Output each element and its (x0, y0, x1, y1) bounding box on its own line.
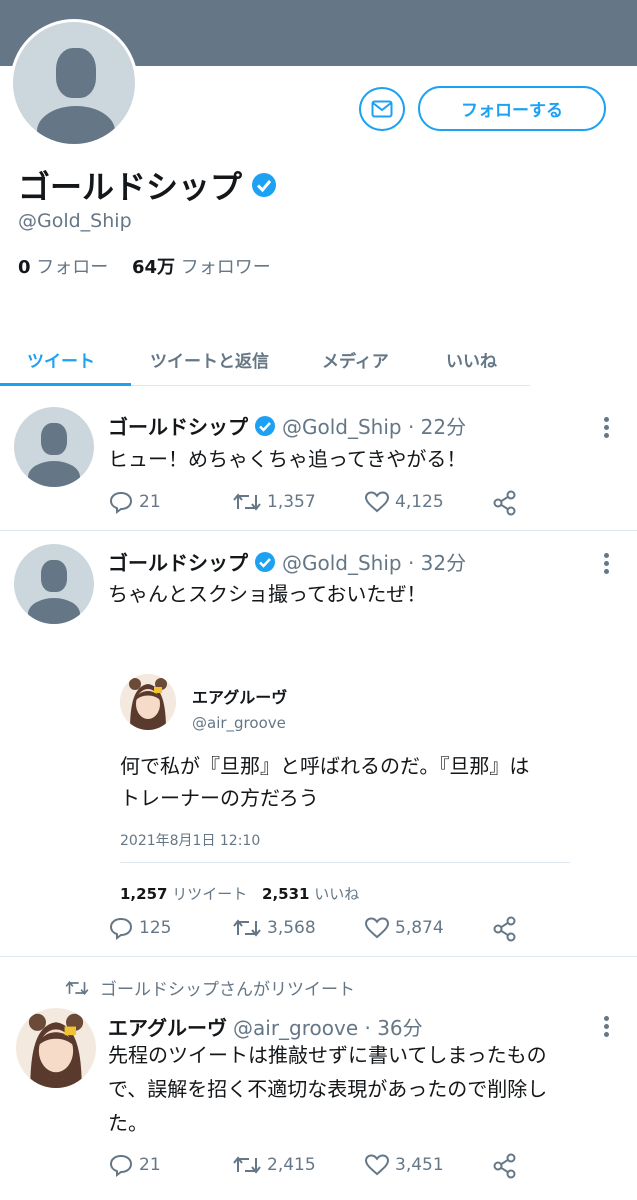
quoted-text-line: トレーナーの方だろう (120, 786, 319, 810)
profile-name: ゴールドシップ (18, 168, 243, 206)
like-button[interactable]: 5,874 (364, 916, 444, 940)
followers-link[interactable]: 64万 フォロワー (132, 257, 271, 278)
like-count: 3,451 (395, 1155, 444, 1175)
share-button[interactable] (492, 1153, 518, 1179)
retweet-icon (233, 493, 261, 511)
like-count: 5,874 (395, 918, 444, 938)
more-options-icon[interactable] (604, 1016, 610, 1040)
tab-tweets-and-replies[interactable]: ツイートと返信 (150, 347, 269, 372)
quoted-retweet-count: 1,257 (120, 885, 168, 903)
quoted-author-handle: @air_groove (192, 714, 286, 732)
verified-badge-icon (255, 551, 275, 572)
tweet-avatar[interactable] (16, 1008, 96, 1088)
quoted-stats: 1,257 リツイート 2,531 いいね (120, 883, 359, 904)
share-icon (493, 490, 516, 516)
tweet-author-name[interactable]: ゴールドシップ (108, 547, 248, 576)
like-count: 4,125 (395, 492, 444, 512)
retweet-count: 3,568 (267, 918, 316, 938)
tweet-author-name[interactable]: エアグルーヴ (108, 1012, 227, 1041)
share-button[interactable] (492, 916, 518, 942)
active-tab-indicator (0, 383, 131, 386)
quoted-like-count: 2,531 (262, 885, 310, 903)
profile-handle: @Gold_Ship (18, 210, 132, 232)
reply-count: 21 (139, 1155, 161, 1175)
tweet-meta: @Gold_Ship · 32分 (282, 551, 467, 575)
tweet-text: 先程のツイートは推敲せずに書いてしまったもの で、誤解を招く不適切な表現があった… (108, 1038, 547, 1140)
follow-button[interactable]: フォローする (418, 86, 606, 131)
retweet-icon (233, 1156, 261, 1174)
retweeted-by-label: ゴールドシップさんがリツイート (100, 980, 355, 1000)
tweet-divider (0, 956, 637, 957)
quoted-tweet-image[interactable]: エアグルーヴ @air_groove 何で私が『旦那』と呼ばれるのだ。『旦那』は… (108, 662, 574, 864)
reply-button[interactable]: 21 (108, 1153, 161, 1177)
share-icon (493, 1153, 516, 1179)
reply-icon (109, 1154, 133, 1177)
tweet-meta: @Gold_Ship · 22分 (282, 415, 467, 439)
following-count: 0 (18, 257, 31, 278)
quoted-text: 何で私が『旦那』と呼ばれるのだ。『旦那』は トレーナーの方だろう (120, 750, 529, 814)
retweet-context[interactable]: ゴールドシップさんがリツイート (64, 975, 355, 1000)
heart-icon (364, 491, 390, 513)
tweet-text: ちゃんとスクショ撮っておいたぜ！ (108, 582, 427, 606)
profile-avatar[interactable] (10, 19, 138, 147)
tweet-actions: 21 2,415 3,451 (108, 1153, 528, 1183)
message-button[interactable] (359, 87, 405, 131)
tab-tweets[interactable]: ツイート (27, 347, 95, 372)
tweet-actions: 21 1,357 4,125 (108, 490, 528, 520)
followers-count: 64万 (132, 257, 176, 278)
retweet-button[interactable]: 3,568 (232, 916, 316, 940)
retweet-icon (233, 919, 261, 937)
quoted-text-line: 何で私が『旦那』と呼ばれるのだ。『旦那』は (120, 754, 530, 778)
retweet-button[interactable]: 2,415 (232, 1153, 316, 1177)
quoted-avatar (120, 674, 176, 730)
tweet-avatar[interactable] (14, 407, 94, 487)
like-button[interactable]: 4,125 (364, 490, 444, 514)
tweet-author-name[interactable]: ゴールドシップ (108, 411, 248, 440)
more-options-icon[interactable] (604, 553, 610, 577)
profile-name-row: ゴールドシップ (18, 162, 278, 208)
tab-media[interactable]: メディア (322, 347, 389, 372)
quoted-author-name: エアグルーヴ (192, 688, 288, 707)
follow-counts: 0 フォロー 64万 フォロワー (18, 253, 271, 279)
quoted-timestamp: 2021年8月1日 12:10 (120, 833, 261, 849)
quoted-like-label: いいね (314, 885, 360, 903)
heart-icon (364, 917, 390, 939)
tweet-meta: @air_groove · 36分 (233, 1016, 423, 1040)
retweet-button[interactable]: 1,357 (232, 490, 316, 514)
share-button[interactable] (492, 490, 518, 516)
verified-badge-icon (252, 173, 277, 197)
retweet-count: 2,415 (267, 1155, 316, 1175)
retweet-icon (65, 980, 89, 995)
reply-count: 125 (139, 918, 172, 938)
reply-icon (109, 491, 133, 514)
heart-icon (364, 1154, 390, 1176)
character-avatar-icon (120, 674, 176, 730)
quoted-divider (120, 862, 570, 863)
character-avatar-icon (16, 1008, 96, 1088)
tweet-text-line: で、誤解を招く不適切な表現があったので削除し (108, 1077, 548, 1101)
reply-count: 21 (139, 492, 161, 512)
profile-tabs: ツイート ツイートと返信 メディア いいね (0, 338, 530, 386)
reply-button[interactable]: 125 (108, 916, 171, 940)
more-options-icon[interactable] (604, 417, 610, 441)
retweet-count: 1,357 (267, 492, 316, 512)
following-label: フォロー (36, 257, 109, 278)
tweet-text-line: た。 (108, 1111, 148, 1135)
like-button[interactable]: 3,451 (364, 1153, 444, 1177)
following-link[interactable]: 0 フォロー (18, 257, 108, 278)
share-icon (493, 916, 516, 942)
reply-button[interactable]: 21 (108, 490, 161, 514)
followers-label: フォロワー (180, 257, 271, 278)
quoted-retweet-label: リツイート (172, 885, 248, 903)
tweet-actions: 125 3,568 5,874 (108, 916, 528, 946)
mail-icon (371, 100, 393, 118)
reply-icon (109, 917, 133, 940)
tweet-avatar[interactable] (14, 544, 94, 624)
verified-badge-icon (255, 415, 275, 436)
tweet-text: ヒュー！めちゃくちゃ追ってきやがる！ (108, 447, 467, 471)
tab-likes[interactable]: いいね (446, 347, 497, 372)
tweet-text-line: 先程のツイートは推敲せずに書いてしまったもの (108, 1043, 547, 1067)
tweet[interactable]: ゴールドシップ @Gold_Ship · 22分 ヒュー！めちゃくちゃ追ってきや… (0, 387, 637, 529)
